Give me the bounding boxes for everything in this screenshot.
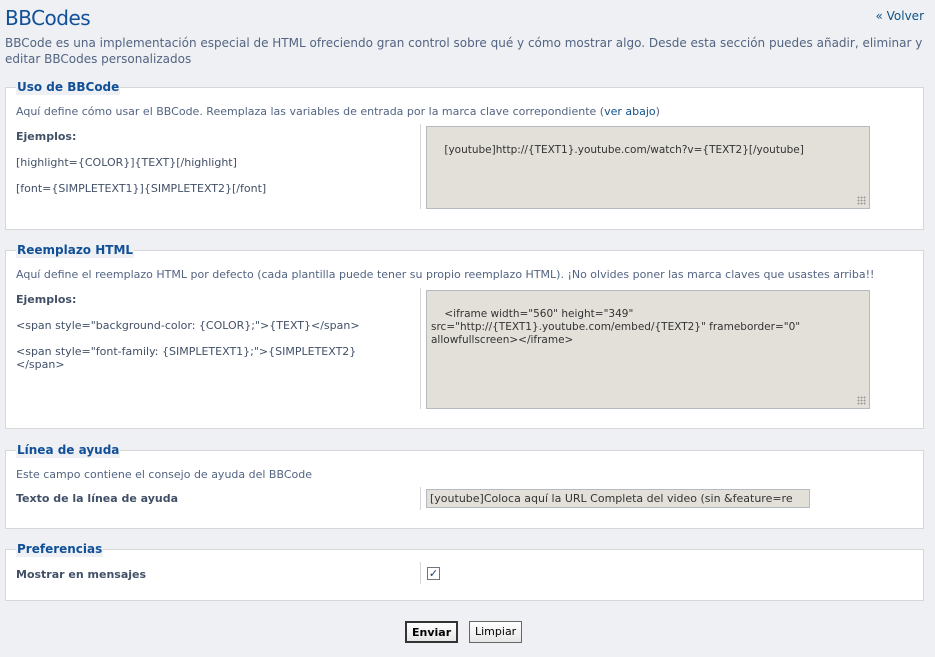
help-line-description: Este campo contiene el consejo de ayuda … [16, 468, 312, 481]
html-replacement-textarea[interactable]: <iframe width="560" height="349" src="ht… [426, 290, 870, 409]
submit-button[interactable]: Enviar [405, 621, 459, 643]
bbcode-usage-examples-label: Ejemplos: [16, 130, 77, 143]
bbcode-usage-description: Aquí define cómo usar el BBCode. Reempla… [16, 105, 660, 118]
back-link[interactable]: « Volver [875, 9, 924, 23]
preferences-legend: Preferencias [16, 541, 104, 557]
html-replacement-textarea-value: <iframe width="560" height="349" src="ht… [431, 308, 804, 346]
show-in-posts-label: Mostrar en mensajes [16, 568, 147, 581]
bbcode-usage-textarea[interactable]: [youtube]http://{TEXT1}.youtube.com/watc… [426, 126, 870, 209]
bbcode-usage-desc-text: Aquí define cómo usar el BBCode. Reempla… [16, 105, 605, 118]
reset-button[interactable]: Limpiar [469, 621, 523, 643]
resize-grip-icon[interactable] [857, 396, 866, 405]
column-divider [420, 288, 421, 409]
help-line-legend: Línea de ayuda [16, 442, 121, 458]
show-in-posts-checkbox[interactable]: ✓ [427, 567, 440, 580]
resize-grip-icon[interactable] [857, 196, 866, 205]
column-divider [420, 562, 421, 584]
help-line-label: Texto de la línea de ayuda [16, 492, 179, 505]
preferences-fieldset: Preferencias Mostrar en mensajes ✓ [5, 541, 924, 601]
page-intro: BBCode es una implementación especial de… [5, 36, 923, 66]
html-replacement-description: Aquí define el reemplazo HTML por defect… [16, 268, 875, 281]
html-replacement-example-2: <span style="font-family: {SIMPLETEXT1};… [16, 345, 357, 371]
html-replacement-examples-label: Ejemplos: [16, 293, 77, 306]
html-replacement-example-1: <span style="background-color: {COLOR};"… [16, 319, 360, 332]
page-title: BBCodes [5, 6, 91, 30]
html-replacement-legend: Reemplazo HTML [16, 242, 135, 258]
bbcode-usage-example-2: [font={SIMPLETEXT1}]{SIMPLETEXT2}[/font] [16, 182, 267, 195]
bbcode-usage-example-1: [highlight={COLOR}]{TEXT}[/highlight] [16, 156, 237, 169]
column-divider [420, 487, 421, 510]
bbcode-usage-legend: Uso de BBCode [16, 79, 121, 95]
see-below-link[interactable]: ver abajo [604, 105, 656, 118]
column-divider [420, 124, 421, 209]
html-replacement-fieldset: Reemplazo HTML Aquí define el reemplazo … [5, 242, 924, 429]
help-line-fieldset: Línea de ayuda Este campo contiene el co… [5, 442, 924, 529]
bbcode-usage-fieldset: Uso de BBCode Aquí define cómo usar el B… [5, 79, 924, 230]
bbcode-usage-textarea-value: [youtube]http://{TEXT1}.youtube.com/watc… [444, 144, 804, 156]
help-line-input[interactable]: [youtube]Coloca aquí la URL Completa del… [426, 489, 810, 508]
bbcode-usage-desc-end: ) [655, 105, 660, 118]
